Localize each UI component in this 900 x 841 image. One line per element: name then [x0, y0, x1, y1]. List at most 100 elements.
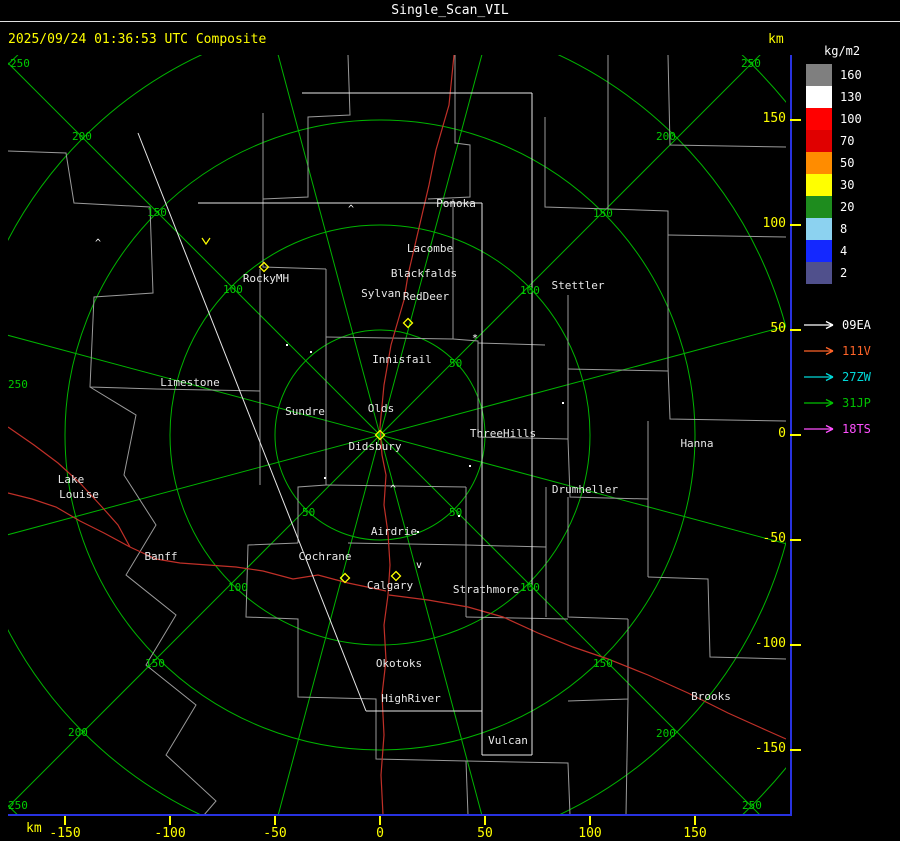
legend-color-swatch	[806, 64, 832, 86]
legend-station-row: 31JP	[802, 390, 871, 416]
y-axis-tick-label: -50	[762, 531, 786, 546]
city-label: Vulcan	[488, 734, 528, 747]
range-label: 100	[520, 581, 540, 594]
legend-level-value: 70	[840, 134, 855, 148]
station-arrow-icon	[804, 424, 834, 434]
x-axis-tick-label: 50	[477, 826, 493, 841]
x-axis-tick	[64, 816, 66, 825]
city-label: Blackfalds	[391, 267, 457, 280]
range-label: 150	[147, 206, 167, 219]
caret-symbol-icon: ^	[348, 204, 354, 215]
legend-level-value: 50	[840, 156, 855, 170]
city-label: Okotoks	[376, 657, 422, 670]
y-axis-tick-label: -100	[754, 636, 786, 651]
city-label: Cochrane	[299, 550, 352, 563]
legend-station-row: 111V	[802, 338, 871, 364]
station-id: 31JP	[842, 396, 871, 410]
city-label: HighRiver	[381, 692, 441, 705]
city-label: Calgary	[367, 579, 414, 592]
legend-color-swatch	[806, 196, 832, 218]
legend-color-swatch	[806, 86, 832, 108]
range-label: 250	[8, 378, 28, 391]
range-label: 250	[742, 799, 762, 812]
range-label: 50	[302, 506, 315, 519]
station-arrow-icon	[804, 398, 834, 408]
city-label: Stettler	[552, 279, 605, 292]
legend-level-row: 20	[806, 196, 862, 218]
city-label: RockyMH	[243, 272, 289, 285]
x-axis-tick	[589, 816, 591, 825]
arrow-shape	[804, 398, 834, 408]
legend-color-swatch	[806, 130, 832, 152]
x-axis-tick	[379, 816, 381, 825]
city-label: RedDeer	[403, 290, 450, 303]
city-label: Limestone	[160, 376, 220, 389]
station-id: 27ZW	[842, 370, 871, 384]
station-id: 09EA	[842, 318, 871, 332]
y-axis-tick-label: -150	[754, 741, 786, 756]
city-label: Strathmore	[453, 583, 519, 596]
vil-color-scale: 160 130 100 70 50 30 20 8 4 2	[806, 64, 862, 284]
legend-level-value: 30	[840, 178, 855, 192]
y-axis-unit-label: km	[768, 32, 784, 47]
city-label: Louise	[59, 488, 99, 501]
legend-color-swatch	[806, 152, 832, 174]
chevron-marker-icon	[201, 237, 211, 246]
x-axis-line	[8, 814, 792, 816]
city-label: Olds	[368, 402, 395, 415]
highway-1-east	[388, 594, 786, 740]
station-id: 18TS	[842, 422, 871, 436]
vee-symbol-icon: v	[416, 560, 422, 571]
dot-symbol-icon	[458, 515, 460, 517]
window-title: Single_Scan_VIL	[0, 0, 900, 22]
station-arrow-icon	[804, 320, 834, 330]
asterisk-symbol-icon: *	[472, 333, 478, 344]
dot-symbol-icon	[562, 402, 564, 404]
legend-station-row: 18TS	[802, 416, 871, 442]
range-label: 50	[449, 506, 462, 519]
legend-level-value: 4	[840, 244, 848, 258]
range-label: 100	[520, 284, 540, 297]
city-label: ThreeHills	[470, 427, 536, 440]
legend-level-row: 160	[806, 64, 862, 86]
arrow-shape	[804, 372, 834, 382]
legend-unit-label: kg/m2	[824, 44, 861, 58]
y-axis-tick	[790, 434, 801, 436]
legend-level-row: 8	[806, 218, 862, 240]
legend-station-row: 27ZW	[802, 364, 871, 390]
city-label: Airdrie	[371, 525, 417, 538]
city-label: Didsbury	[349, 440, 402, 453]
y-axis-tick	[790, 329, 801, 331]
dot-symbol-icon	[469, 465, 471, 467]
x-axis-tick	[274, 816, 276, 825]
city-label: Innisfail	[372, 353, 432, 366]
x-axis-tick-label: 100	[578, 826, 602, 841]
legend-level-row: 4	[806, 240, 862, 262]
range-label: 200	[656, 130, 676, 143]
dot-symbol-icon	[417, 531, 419, 533]
radar-map-display[interactable]: 250 200 150 100 100 150 200 250 250 100 150 200 250 1…	[8, 55, 786, 815]
legend-color-swatch	[806, 262, 832, 284]
y-axis-tick	[790, 644, 801, 646]
x-axis-tick-label: -150	[49, 826, 81, 841]
y-axis-tick-label: 50	[770, 321, 786, 336]
dot-symbol-icon	[286, 344, 288, 346]
range-label: 50	[449, 357, 462, 370]
y-axis-tick	[790, 539, 801, 541]
station-id: 111V	[842, 344, 871, 358]
range-label: 100	[228, 581, 248, 594]
city-label: Banff	[144, 550, 177, 563]
range-label: 100	[223, 283, 243, 296]
range-label: 250	[10, 57, 30, 70]
legend-station-row: 09EA	[802, 312, 871, 338]
legend-color-swatch	[806, 240, 832, 262]
radar-station-legend: 09EA 111V 27ZW 31JP 18TS	[802, 312, 871, 442]
y-axis-tick-label: 150	[762, 111, 786, 126]
dot-symbol-icon	[324, 477, 326, 479]
y-axis-tick	[790, 119, 801, 121]
legend-level-row: 30	[806, 174, 862, 196]
arrow-shape	[804, 424, 834, 434]
y-axis-tick-label: 100	[762, 216, 786, 231]
city-label: Hanna	[680, 437, 713, 450]
arrow-shape	[804, 320, 834, 330]
